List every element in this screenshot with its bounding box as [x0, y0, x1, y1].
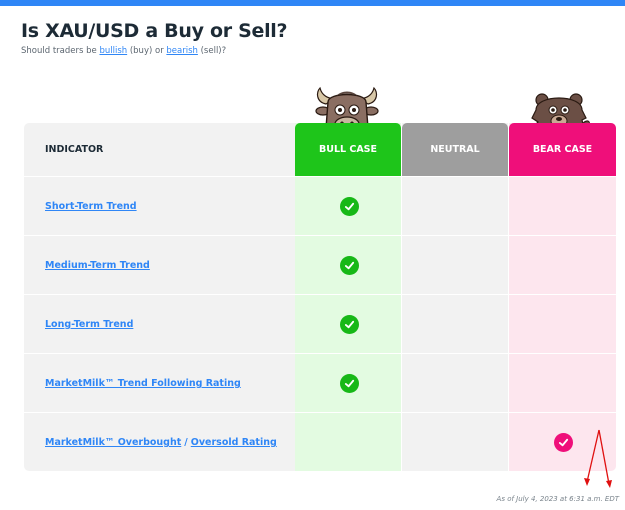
- indicator-table: INDICATOR BULL CASE NEUTRAL BEAR CASE Sh…: [24, 123, 616, 471]
- indicator-link-trend-following-rating[interactable]: MarketMilk™ Trend Following Rating: [45, 354, 241, 413]
- timestamp: As of July 4, 2023 at 6:31 a.m. EDT: [496, 495, 619, 503]
- header-bull-case: BULL CASE: [295, 123, 401, 176]
- table-row: Long-Term Trend: [24, 295, 616, 354]
- table-row: MarketMilk™ Trend Following Rating: [24, 354, 616, 413]
- indicator-link-oversold-rating[interactable]: Oversold Rating: [191, 437, 277, 448]
- indicator-overbought-oversold: MarketMilk™ Overbought / Oversold Rating: [45, 437, 277, 448]
- check-circle-icon: [554, 433, 573, 452]
- page-subtitle: Should traders be bullish (buy) or beari…: [21, 46, 227, 56]
- table-row: Short-Term Trend: [24, 177, 616, 236]
- bearish-link[interactable]: bearish: [166, 46, 198, 56]
- table-row: MarketMilk™ Overbought / Oversold Rating: [24, 413, 616, 472]
- check-circle-icon: [340, 197, 359, 216]
- check-circle-icon: [340, 256, 359, 275]
- indicator-link-short-term-trend[interactable]: Short-Term Trend: [45, 177, 137, 236]
- check-circle-icon: [340, 374, 359, 393]
- header-neutral: NEUTRAL: [402, 123, 508, 176]
- header-indicator: INDICATOR: [45, 144, 104, 155]
- table-row: Medium-Term Trend: [24, 236, 616, 295]
- indicator-link-overbought[interactable]: MarketMilk™ Overbought: [45, 437, 181, 448]
- indicator-link-medium-term-trend[interactable]: Medium-Term Trend: [45, 236, 150, 295]
- check-circle-icon: [340, 315, 359, 334]
- bullish-link[interactable]: bullish: [99, 46, 127, 56]
- top-accent-bar: [0, 0, 625, 6]
- page-title: Is XAU/USD a Buy or Sell?: [21, 20, 288, 42]
- indicator-link-long-term-trend[interactable]: Long-Term Trend: [45, 295, 133, 354]
- annotation-arrows-icon: [584, 429, 612, 488]
- header-bear-case: BEAR CASE: [509, 123, 616, 176]
